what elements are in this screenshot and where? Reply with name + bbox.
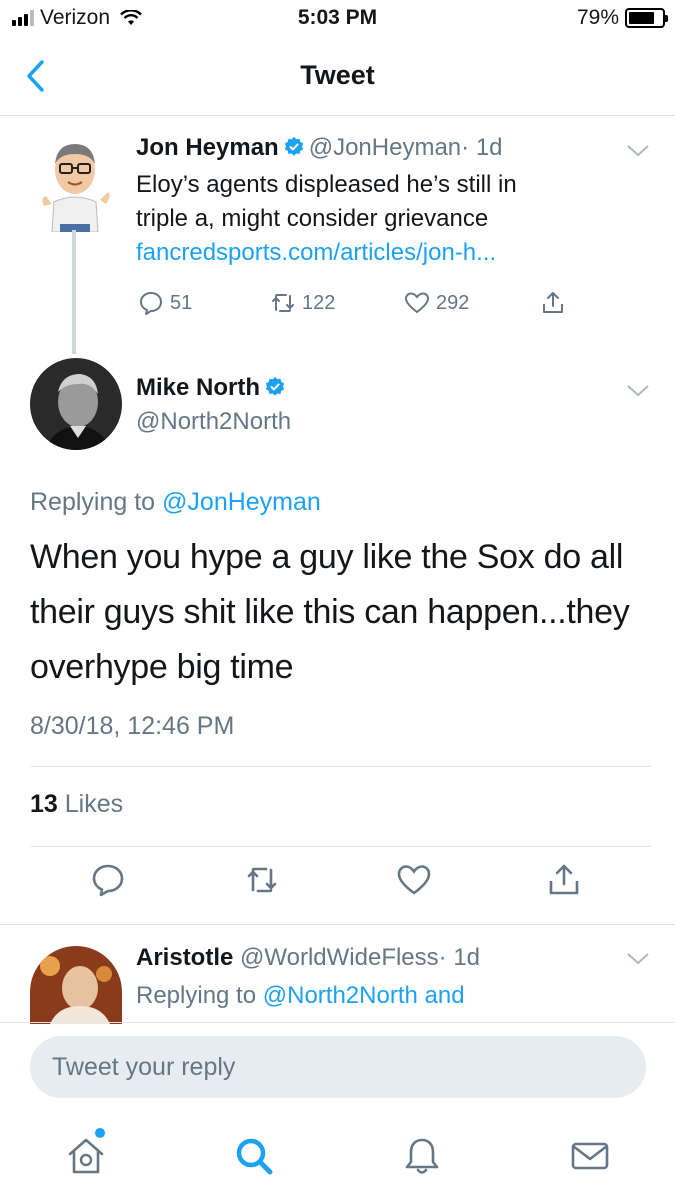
parent-tweet-actions: 51 122 292: [138, 290, 566, 316]
replying-to: Replying to @JonHeyman: [30, 488, 321, 517]
replying-to-handle[interactable]: @JonHeyman: [162, 488, 321, 516]
chevron-down-icon[interactable]: [626, 144, 650, 158]
page-title: Tweet: [300, 60, 375, 90]
divider: [0, 924, 675, 925]
search-icon[interactable]: [232, 1134, 276, 1178]
main-tweet-author: Mike North: [136, 374, 290, 402]
retweet-count: 122: [302, 291, 336, 314]
likes-label: Likes: [64, 790, 124, 818]
reply-icon[interactable]: [90, 862, 126, 898]
tweet-age: · 1d: [461, 134, 503, 161]
tweet-timestamp: 8/30/18, 12:46 PM: [30, 712, 235, 740]
reply-tweet-header: Aristotle @WorldWideFless· 1d: [136, 944, 480, 972]
tweet-text-line: Eloy’s agents displeased he’s still in: [136, 171, 517, 198]
reply-count: 51: [170, 291, 193, 314]
tweet-age: · 1d: [438, 944, 481, 971]
reply-icon: [140, 292, 162, 315]
share-button[interactable]: [540, 290, 566, 316]
clock: 5:03 PM: [297, 6, 378, 29]
messages-envelope-icon[interactable]: [568, 1134, 612, 1178]
avatar[interactable]: [30, 358, 122, 450]
notifications-bell-icon[interactable]: [400, 1134, 444, 1178]
author-handle[interactable]: @JonHeyman: [309, 134, 461, 161]
like-count: 292: [436, 291, 470, 314]
divider: [0, 1022, 675, 1023]
share-icon: [543, 292, 563, 313]
main-tweet-actions: [0, 862, 675, 910]
avatar[interactable]: [30, 946, 122, 1024]
divider: [30, 846, 652, 847]
parent-tweet-text: Eloy’s agents displeased he’s still in t…: [136, 168, 517, 270]
avatar[interactable]: [30, 134, 120, 232]
notification-dot: [95, 1128, 105, 1138]
author-handle[interactable]: @WorldWideFless: [240, 944, 439, 971]
verified-badge-icon: [265, 376, 285, 396]
main-tweet-text: When you hype a guy like the Sox do all …: [30, 538, 630, 686]
battery-icon: [625, 8, 668, 28]
navigation-bar: Tweet: [0, 40, 675, 116]
retweet-button[interactable]: 122: [270, 290, 404, 316]
reply-button[interactable]: 51: [138, 290, 270, 316]
replying-to-label: Replying to: [136, 982, 257, 1009]
parent-tweet-header: Jon Heyman @JonHeyman· 1d: [136, 134, 503, 162]
tweet-text-line: triple a, might consider grievance: [136, 205, 489, 232]
heart-icon: [404, 292, 430, 314]
heart-icon[interactable]: [396, 862, 432, 898]
tab-bar: [0, 1110, 675, 1200]
reply-input[interactable]: Tweet your reply: [30, 1036, 646, 1098]
chevron-down-icon[interactable]: [626, 384, 650, 398]
retweet-icon: [272, 294, 294, 312]
reply-input-placeholder: Tweet your reply: [52, 1053, 236, 1081]
battery-percent: 79%: [576, 6, 619, 29]
like-button[interactable]: 292: [404, 290, 540, 316]
likes-summary[interactable]: 13 Likes: [30, 790, 123, 819]
author-name[interactable]: Aristotle: [136, 944, 233, 971]
verified-badge-icon: [284, 136, 303, 156]
author-name[interactable]: Jon Heyman: [136, 134, 279, 161]
status-right: 79%: [576, 6, 668, 30]
author-handle[interactable]: @North2North: [136, 408, 291, 436]
replying-to-handle[interactable]: @North2North and: [263, 982, 465, 1009]
article-link[interactable]: fancredsports.com/articles/jon-h...: [136, 236, 517, 270]
share-icon[interactable]: [546, 862, 582, 898]
author-name[interactable]: Mike North: [136, 374, 260, 401]
home-icon[interactable]: [64, 1134, 108, 1178]
retweet-icon[interactable]: [244, 862, 280, 898]
replying-to-label: Replying to: [30, 488, 156, 516]
thread-connector: [72, 230, 76, 354]
chevron-down-icon[interactable]: [626, 952, 650, 966]
divider: [30, 766, 652, 767]
reply-replying-to: Replying to @North2North and: [136, 982, 465, 1010]
likes-count: 13: [30, 790, 58, 818]
status-bar: Verizon 5:03 PM 79%: [0, 0, 675, 38]
